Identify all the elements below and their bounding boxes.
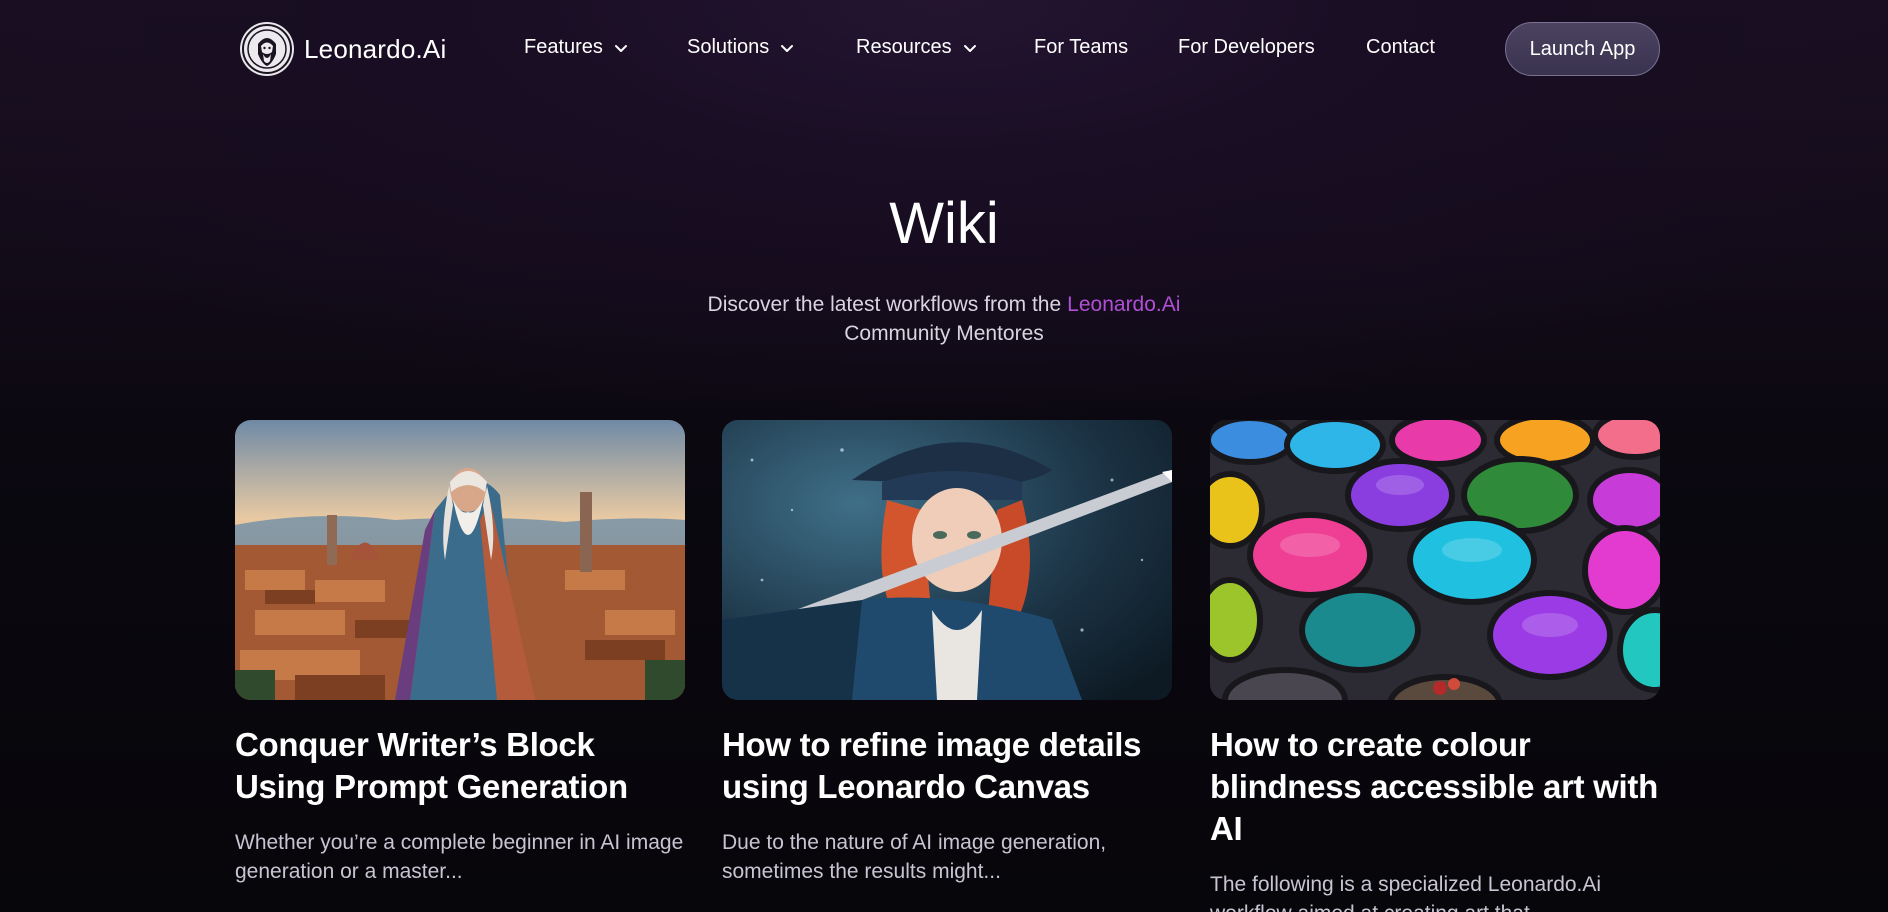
chevron-down-icon xyxy=(963,44,976,52)
nav-item-label: For Developers xyxy=(1178,36,1315,58)
nav-item-label: For Teams xyxy=(1034,36,1129,58)
nav-item-features[interactable]: Features xyxy=(524,36,629,59)
hero-subtitle: Discover the latest workflows from the Le… xyxy=(644,290,1244,348)
nav-item-label: Resources xyxy=(856,36,952,58)
nav-item-for-developers[interactable]: For Developers xyxy=(1178,36,1315,59)
hero-subtitle-suffix: Community Mentores xyxy=(844,322,1044,345)
card-title[interactable]: How to create colour blindness accessibl… xyxy=(1210,724,1660,850)
nav-item-resources[interactable]: Resources xyxy=(856,36,978,59)
page: Leonardo.Ai Features Solutions Resources… xyxy=(0,0,1888,912)
card-description: Due to the nature of AI image generation… xyxy=(722,831,1107,883)
card-image-old-man-florence[interactable] xyxy=(235,420,685,700)
card-image-pirate-girl[interactable] xyxy=(722,420,1172,700)
nav-item-contact[interactable]: Contact xyxy=(1366,36,1435,59)
nav-item-label: Features xyxy=(524,36,603,58)
card-title[interactable]: How to refine image details using Leonar… xyxy=(722,724,1172,808)
nav-item-label: Contact xyxy=(1366,36,1435,58)
nav-item-for-teams[interactable]: For Teams xyxy=(1034,36,1128,59)
card-image-color-pigments[interactable] xyxy=(1210,420,1660,700)
wiki-card[interactable]: How to create colour blindness accessibl… xyxy=(1210,420,1660,912)
wiki-card[interactable]: Conquer Writer’s Block Using Prompt Gene… xyxy=(235,420,685,886)
wiki-card[interactable]: How to refine image details using Leonar… xyxy=(722,420,1172,886)
card-description: The following is a specialized Leonardo.… xyxy=(1210,873,1602,912)
nav-item-solutions[interactable]: Solutions xyxy=(687,36,795,59)
nav-item-label: Solutions xyxy=(687,36,770,58)
leonardo-brand-link[interactable]: Leonardo.Ai xyxy=(1067,293,1180,316)
hero-subtitle-prefix: Discover the latest workflows from the xyxy=(707,293,1062,316)
chevron-down-icon xyxy=(614,44,627,52)
top-navbar: Leonardo.Ai Features Solutions Resources… xyxy=(0,0,1888,96)
chevron-down-icon xyxy=(781,44,794,52)
page-title: Wiki xyxy=(889,191,999,256)
launch-app-button[interactable]: Launch App xyxy=(1505,22,1660,76)
card-description: Whether you’re a complete beginner in AI… xyxy=(235,831,684,883)
card-title[interactable]: Conquer Writer’s Block Using Prompt Gene… xyxy=(235,724,685,808)
